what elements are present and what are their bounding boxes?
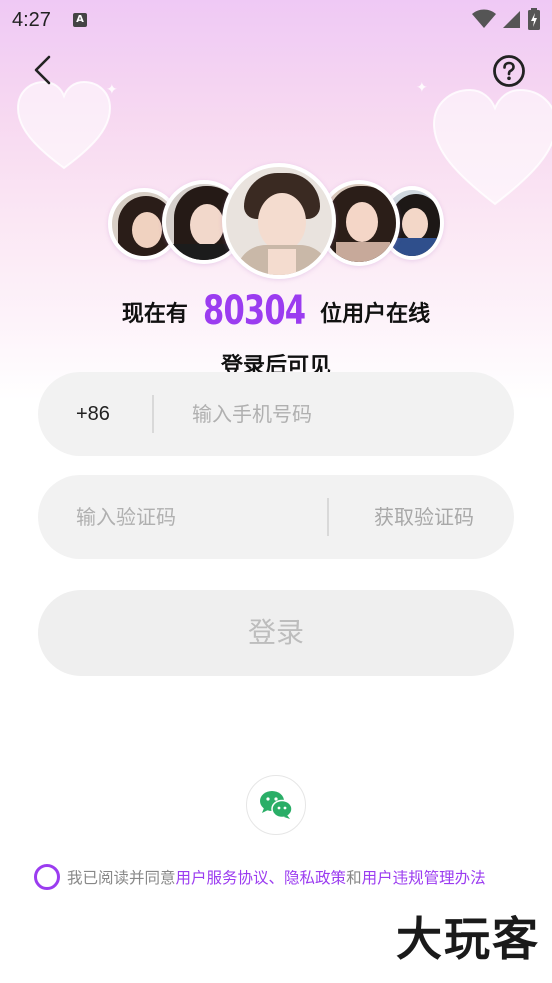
agreement-checkbox[interactable] — [34, 864, 60, 890]
status-bar: 4:27 A — [0, 0, 552, 40]
wechat-login-button[interactable] — [246, 775, 306, 835]
online-suffix: 位用户在线 — [320, 302, 431, 327]
sparkle-icon: ✦ — [416, 80, 428, 96]
online-count: 80304 — [202, 288, 306, 334]
login-button[interactable]: 登录 — [38, 590, 514, 676]
phone-field: +86 — [38, 372, 514, 456]
phone-input[interactable] — [192, 372, 492, 456]
country-code-selector[interactable]: +86 — [76, 372, 110, 456]
user-service-agreement-link[interactable]: 用户服务协议 — [176, 866, 269, 888]
agreement-and: 和 — [346, 869, 362, 887]
agreement-prefix: 我已阅读并同意 — [67, 869, 176, 887]
notification-a-icon: A — [72, 13, 87, 27]
divider — [152, 395, 154, 433]
heart-decoration-right — [432, 88, 552, 206]
chevron-left-icon — [34, 55, 51, 85]
back-button[interactable] — [28, 54, 60, 86]
online-users-text: 现在有 80304 位用户在线 — [0, 288, 552, 334]
violation-rules-link[interactable]: 用户违规管理办法 — [362, 866, 486, 888]
heart-decoration-left — [16, 80, 112, 170]
question-circle-icon — [493, 55, 525, 87]
wechat-icon — [260, 791, 293, 819]
help-button[interactable] — [492, 54, 526, 88]
battery-charging-icon — [528, 8, 540, 30]
watermark: 大玩客 — [396, 912, 540, 966]
avatar-featured — [222, 163, 336, 279]
agreement-row: 我已阅读并同意 用户服务协议 、 隐私政策 和 用户违规管理办法 — [34, 864, 544, 890]
get-code-button[interactable]: 获取验证码 — [374, 475, 474, 559]
verification-code-field: 获取验证码 — [38, 475, 514, 559]
divider — [327, 498, 329, 536]
privacy-policy-link[interactable]: 隐私政策 — [284, 866, 346, 888]
wifi-icon — [472, 9, 496, 28]
subtitle: 登录后可见 — [220, 354, 331, 374]
verification-code-input[interactable] — [76, 475, 316, 559]
signal-icon — [503, 11, 520, 28]
agreement-separator: 、 — [268, 869, 285, 887]
online-prefix: 现在有 — [121, 302, 188, 327]
status-icons — [472, 8, 540, 30]
status-time: 4:27 — [12, 8, 51, 31]
sparkle-icon: ✦ — [106, 82, 118, 98]
